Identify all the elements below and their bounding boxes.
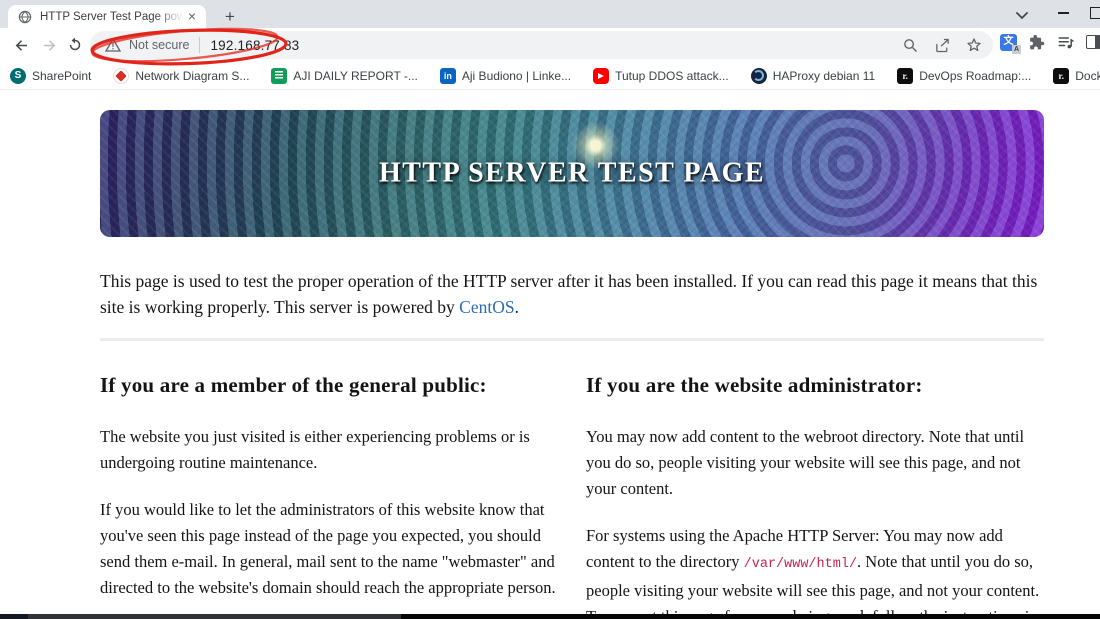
bookmark-sharepoint[interactable]: S SharePoint — [10, 67, 91, 84]
linkedin-icon: in — [439, 67, 456, 84]
general-public-heading: If you are a member of the general publi… — [100, 373, 487, 397]
back-button[interactable] — [8, 32, 34, 58]
taskbar-edge — [0, 614, 1100, 619]
tab-strip: HTTP Server Test Page powered × + — [0, 0, 1100, 28]
administrator-column: If you are the website administrator: Yo… — [586, 373, 1044, 614]
bookmark-linkedin[interactable]: in Aji Budiono | Linke... — [439, 67, 571, 84]
security-label: Not secure — [129, 38, 190, 52]
administrator-heading: If you are the website administrator: — [586, 373, 923, 397]
admin-paragraph-1: You may now add content to the webroot d… — [586, 427, 1025, 498]
public-paragraph-1: The website you just visited is either e… — [100, 427, 530, 472]
youtube-icon — [593, 67, 610, 84]
side-panel-icon[interactable] — [1086, 35, 1100, 49]
address-bar[interactable]: Not secure 192.168.77.83 — [90, 31, 993, 59]
omnibox-divider — [199, 37, 201, 53]
browser-toolbar: Not secure 192.168.77.83 文A — [0, 28, 1100, 62]
share-icon[interactable] — [933, 36, 951, 54]
intro-paragraph: This page is used to test the proper ope… — [100, 271, 1038, 317]
bookmark-network-diagram[interactable]: Network Diagram S... — [113, 67, 249, 84]
media-playlist-icon[interactable] — [1057, 33, 1075, 51]
tab-search-chevron-icon[interactable] — [1012, 6, 1032, 24]
admin-paragraph-2: For systems using the Apache HTTP Server… — [586, 526, 1040, 614]
web-page-viewport: HTTP SERVER TEST PAGE This page is used … — [0, 90, 1100, 614]
bookmark-devops-roadmap[interactable]: r. DevOps Roadmap:... — [897, 67, 1031, 84]
browser-tab[interactable]: HTTP Server Test Page powered × — [8, 5, 206, 28]
bookmark-daily-report[interactable]: AJI DAILY REPORT -... — [271, 67, 418, 84]
url-text[interactable]: 192.168.77.83 — [210, 38, 901, 53]
haproxy-icon — [750, 67, 767, 84]
tab-close-icon[interactable]: × — [184, 8, 200, 25]
bookmarks-bar: S SharePoint Network Diagram S... AJI DA… — [0, 62, 1100, 90]
roadmap-icon: r. — [897, 67, 914, 84]
horizontal-divider — [100, 338, 1044, 341]
bookmark-youtube[interactable]: Tutup DDOS attack... — [593, 67, 729, 84]
general-public-column: If you are a member of the general publi… — [100, 373, 558, 614]
extensions-puzzle-icon[interactable] — [1028, 33, 1046, 51]
globe-favicon-icon — [18, 10, 32, 24]
forward-button[interactable] — [36, 32, 62, 58]
public-paragraph-2: If you would like to let the administrat… — [100, 500, 556, 597]
sharepoint-icon: S — [10, 67, 26, 84]
bookmark-haproxy[interactable]: HAProxy debian 11 — [750, 67, 875, 84]
google-translate-icon[interactable]: 文A — [1000, 33, 1021, 54]
bookmark-star-icon[interactable] — [965, 36, 983, 54]
search-icon[interactable] — [901, 36, 919, 54]
google-sheets-icon — [271, 67, 288, 84]
not-secure-warning-icon[interactable] — [104, 36, 122, 54]
reload-button[interactable] — [62, 32, 88, 58]
window-maximize-button[interactable] — [1086, 0, 1100, 26]
roadmap-icon: r. — [1053, 67, 1070, 84]
banner-title: HTTP SERVER TEST PAGE — [378, 156, 766, 188]
diagram-icon — [113, 67, 130, 84]
test-page-banner: HTTP SERVER TEST PAGE — [100, 110, 1044, 237]
new-tab-button[interactable]: + — [220, 7, 240, 27]
window-minimize-button[interactable] — [1048, 0, 1078, 26]
bookmark-docker-roadmap[interactable]: r. Docker Roadmap -... — [1053, 67, 1100, 84]
tab-title: HTTP Server Test Page powered — [40, 10, 184, 23]
